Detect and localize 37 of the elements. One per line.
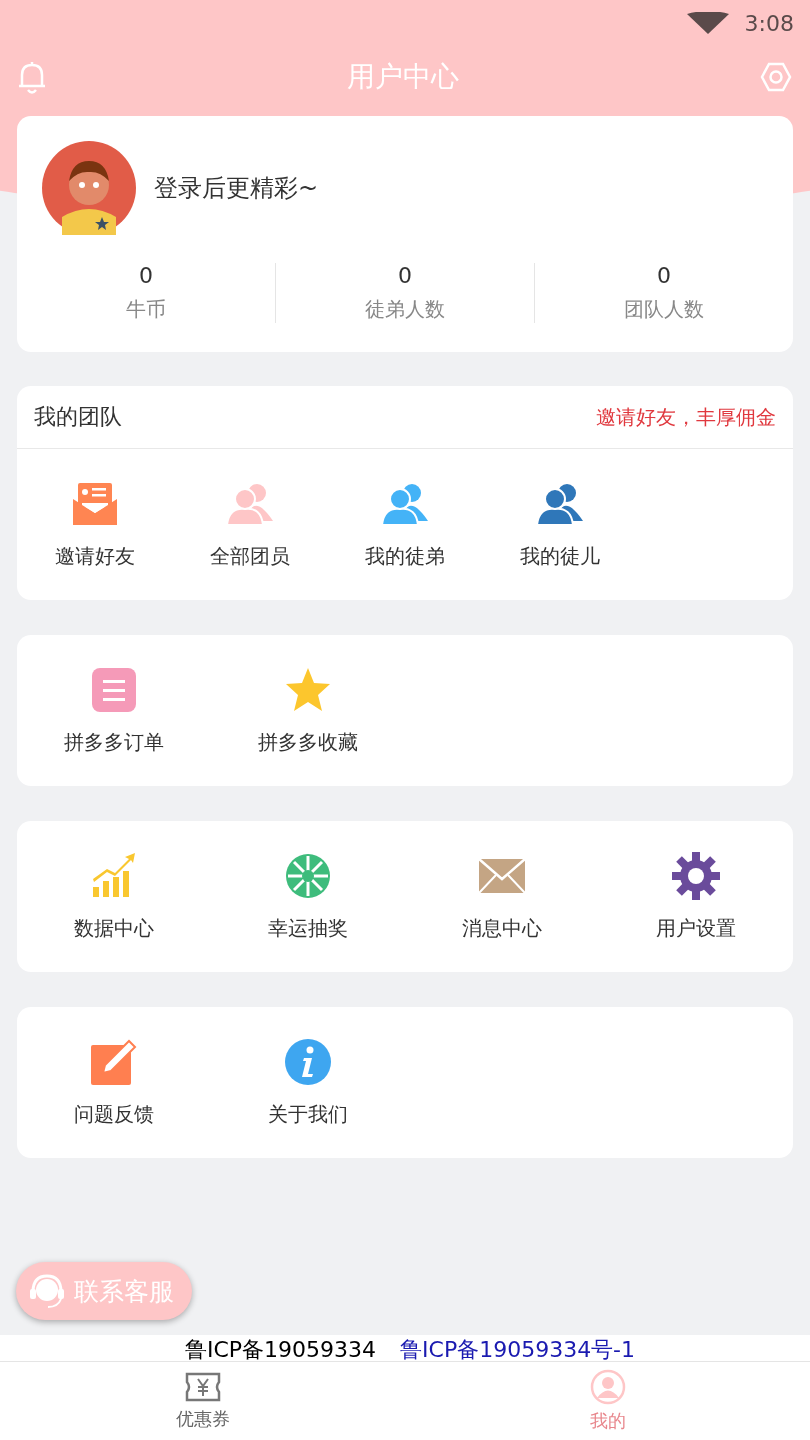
stat-label: 徒弟人数 [365,296,445,323]
menu-item[interactable]: 幸运抽奖 [211,851,405,942]
list-icon [89,665,139,715]
menu-item[interactable]: 数据中心 [17,851,211,942]
settings-icon [671,851,721,901]
menu-item[interactable]: 全部团员 [172,479,327,570]
stat-value: 0 [657,263,671,288]
stat-value: 0 [139,263,153,288]
edit-icon [89,1037,139,1087]
menu-item[interactable]: 我的徒儿 [482,479,637,570]
stat-label: 牛币 [126,296,166,323]
menu-item[interactable]: 问题反馈 [17,1037,211,1128]
menu-item[interactable]: 拼多多收藏 [211,665,405,756]
login-prompt[interactable]: 登录后更精彩~ [154,172,319,204]
wheel-icon [283,851,333,901]
menu-item[interactable]: 邀请好友 [17,479,172,570]
stat-value: 0 [398,263,412,288]
menu-item[interactable]: 关于我们 [211,1037,405,1128]
headset-icon [28,1272,66,1310]
menu-item[interactable]: 用户设置 [599,851,793,942]
menu-item[interactable]: 拼多多订单 [17,665,211,756]
info-icon [283,1037,333,1087]
avatar-icon[interactable] [42,141,136,235]
settings-icon[interactable] [760,61,792,93]
icp-link[interactable]: 鲁ICP备19059334号-1 [400,1335,636,1361]
page-title: 用户中心 [347,59,459,95]
stat-label: 团队人数 [624,296,704,323]
user-icon [589,1369,626,1405]
icp-text: 鲁ICP备19059334 [184,1336,377,1361]
section-title: 我的团队 [34,403,122,431]
ticket-icon [183,1371,222,1403]
clock: 3:08 [744,10,794,36]
invite-link[interactable]: 邀请好友，丰厚佣金 [596,403,776,431]
bell-icon[interactable] [18,60,46,94]
menu-item[interactable]: 消息中心 [405,851,599,942]
nav-tab[interactable]: 优惠券 [157,1362,248,1440]
menu-item[interactable]: 我的徒弟 [327,479,482,570]
